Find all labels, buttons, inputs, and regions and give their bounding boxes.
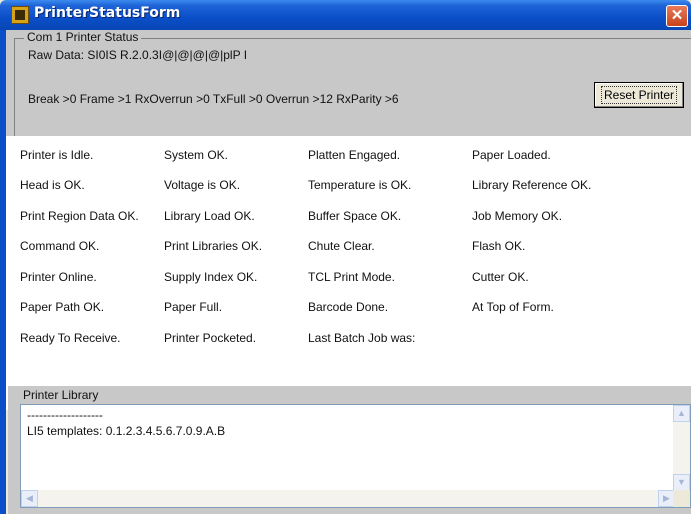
status-cell: Cutter OK.: [472, 270, 529, 284]
status-cell: Chute Clear.: [308, 239, 375, 253]
status-grid: Printer is Idle. System OK. Platten Enga…: [6, 136, 691, 380]
status-cell: Barcode Done.: [308, 300, 389, 314]
status-cell: Paper Loaded.: [472, 148, 551, 162]
library-text: ------------------- LI5 templates: 0.1.2…: [27, 407, 225, 439]
status-cell: System OK.: [164, 148, 229, 162]
status-cell: Last Batch Job was:: [308, 331, 416, 345]
status-cell: Flash OK.: [472, 239, 526, 253]
status-cell: Library Load OK.: [164, 209, 255, 223]
status-cell: Command OK.: [20, 239, 100, 253]
group-caption: Com 1 Printer Status: [24, 30, 142, 44]
error-counts-text: Break >0 Frame >1 RxOverrun >0 TxFull >0…: [28, 92, 399, 106]
status-cell: Printer Pocketed.: [164, 331, 257, 345]
scroll-down-icon[interactable]: ▼: [673, 474, 690, 491]
status-cell: Voltage is OK.: [164, 178, 241, 192]
status-cell: Temperature is OK.: [308, 178, 412, 192]
status-cell: Paper Full.: [164, 300, 223, 314]
reset-printer-label: Reset Printer: [600, 86, 678, 104]
status-cell: TCL Print Mode.: [308, 270, 395, 284]
status-cell: Printer is Idle.: [20, 148, 94, 162]
status-cell: Platten Engaged.: [308, 148, 401, 162]
status-cell: Library Reference OK.: [472, 178, 592, 192]
scroll-corner: [673, 490, 690, 507]
horizontal-scrollbar[interactable]: ◀ ▶: [21, 490, 675, 507]
status-cell: Ready To Receive.: [20, 331, 121, 345]
status-cell: Job Memory OK.: [472, 209, 563, 223]
printer-status-group: Com 1 Printer Status Raw Data: SI0IS R.2…: [6, 30, 691, 136]
library-line-1: -------------------: [27, 408, 103, 422]
library-textbox[interactable]: ------------------- LI5 templates: 0.1.2…: [20, 404, 691, 508]
vertical-scrollbar[interactable]: ▲ ▼: [673, 405, 690, 491]
status-cell: Printer Online.: [20, 270, 97, 284]
status-cell: Supply Index OK.: [164, 270, 258, 284]
close-button[interactable]: ✕: [666, 5, 688, 27]
scroll-left-icon[interactable]: ◀: [21, 490, 38, 507]
status-cell: Print Libraries OK.: [164, 239, 263, 253]
raw-data-text: Raw Data: SI0IS R.2.0.3I@|@|@|@|plP I: [28, 48, 248, 62]
printer-status-window: PrinterStatusForm ✕ Com 1 Printer Status…: [0, 0, 691, 514]
reset-printer-button[interactable]: Reset Printer: [594, 82, 684, 108]
app-icon: [11, 6, 29, 24]
window-title: PrinterStatusForm: [34, 5, 181, 21]
status-cell: Paper Path OK.: [20, 300, 105, 314]
status-cell: Head is OK.: [20, 178, 85, 192]
title-bar[interactable]: PrinterStatusForm ✕: [0, 0, 691, 30]
scroll-up-icon[interactable]: ▲: [673, 405, 690, 422]
library-line-2: LI5 templates: 0.1.2.3.4.5.6.7.0.9.A.B: [27, 424, 226, 438]
status-cell: Buffer Space OK.: [308, 209, 402, 223]
library-caption: Printer Library: [20, 388, 102, 402]
status-cell: Print Region Data OK.: [20, 209, 139, 223]
status-cell: At Top of Form.: [472, 300, 554, 314]
